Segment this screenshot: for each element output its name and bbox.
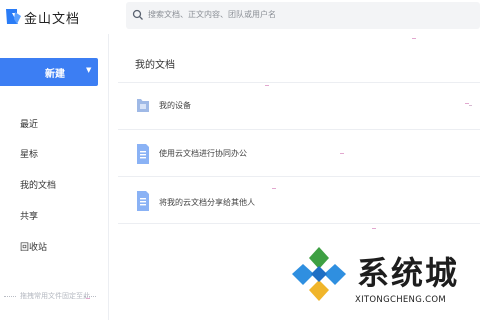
sidebar-item-starred[interactable]: 星标 [20,147,38,160]
list-item-name[interactable]: 使用云文档进行协同办公 [159,148,247,159]
artifact [465,103,469,104]
artifact [86,298,90,299]
watermark-url: XITONGCHENG.COM [355,295,446,305]
watermark: 系统城 XITONGCHENG.COM [285,240,480,320]
artifact [412,38,416,39]
app-title: 金山文档 [24,12,81,27]
watermark-logo-icon [292,247,346,301]
sidebar-item-recent[interactable]: 最近 [20,117,38,130]
sidebar-item-trash[interactable]: 回收站 [20,240,47,253]
list-item[interactable]: 使用云文档进行协同办公 [118,130,480,177]
list-item[interactable]: 将我的云文档分享给其他人 [118,177,480,224]
chevron-down-icon[interactable]: ▼ [86,66,91,74]
divider [84,296,96,297]
divider [4,296,16,297]
document-icon [137,191,149,211]
watermark-name: 系统城 [357,254,460,292]
list-item-name[interactable]: 将我的云文档分享给其他人 [159,197,255,208]
new-button-label: 新建 [45,69,65,80]
artifact [265,85,269,86]
artifact [372,228,376,229]
pin-hint-text: 拖拽常用文件固定至此 [20,292,90,300]
document-icon [137,144,149,164]
search-icon [132,9,143,20]
artifact [272,188,276,189]
search-bar[interactable]: 搜索文档、正文内容、团队或用户名 [126,2,480,29]
list-item-name[interactable]: 我的设备 [159,100,191,111]
folder-icon [137,99,149,112]
sidebar-item-my-docs[interactable]: 我的文档 [20,178,56,191]
kdocs-logo-icon[interactable] [2,6,24,28]
new-button[interactable]: 新建 ▼ [0,58,98,86]
page-title: 我的文档 [135,60,175,71]
artifact [340,153,344,154]
top-bar: 金山文档 搜索文档、正文内容、团队或用户名 [0,0,480,34]
search-input[interactable]: 搜索文档、正文内容、团队或用户名 [148,9,276,20]
sidebar: 新建 ▼ 最近 星标 我的文档 共享 回收站 拖拽常用文件固定至此 [0,34,109,320]
list-item[interactable]: 我的设备 [118,83,480,130]
pin-drop-zone[interactable]: 拖拽常用文件固定至此 [0,289,100,303]
sidebar-item-shared[interactable]: 共享 [20,209,38,222]
more-icon[interactable] [469,105,472,106]
